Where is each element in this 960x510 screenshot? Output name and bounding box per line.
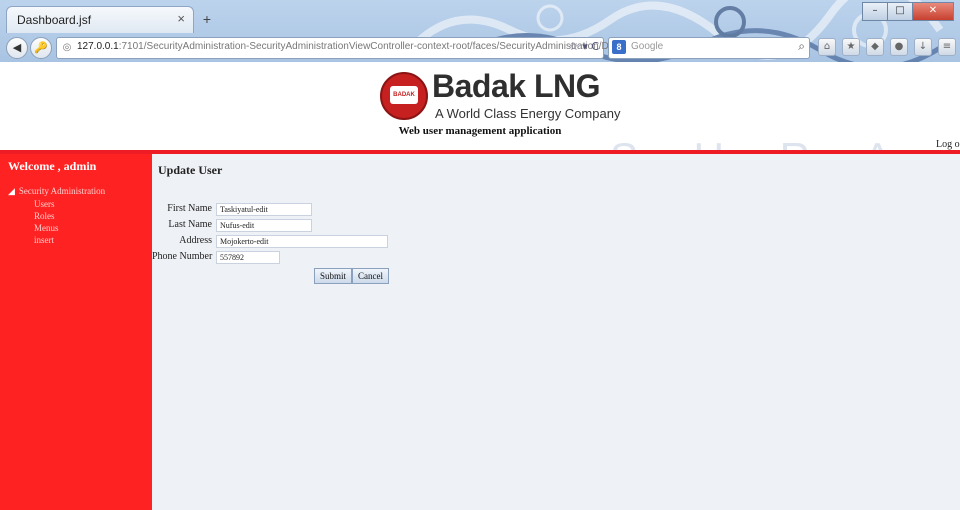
sidebar-item-menus[interactable]: Menus	[34, 223, 59, 233]
address-bar[interactable]: ◎ 127.0.0.1:7101/SecurityAdministration-…	[56, 37, 663, 59]
first-name-label: First Name	[167, 203, 212, 214]
phone-number-field[interactable]: 557892	[216, 251, 280, 264]
browser-chrome: Dashboard.jsf × + – □ ✕ ◀ 🔑 ◎ 127.0.0.1:…	[0, 0, 960, 62]
logo-subtitle: A World Class Energy Company	[435, 106, 621, 121]
page-title: Update User	[158, 163, 223, 177]
toolbar-icons: ⌂ ★ ◆ ● ↓ ≡	[818, 38, 956, 56]
tree-root-label: Security Administration	[18, 186, 106, 196]
logout-link[interactable]: Log o	[936, 139, 960, 150]
logo-emblem-label: BADAK	[390, 86, 418, 104]
sidebar-item-users[interactable]: Users	[34, 199, 55, 209]
back-icon[interactable]: ◀	[6, 37, 28, 59]
url-host: 127.0.0.1	[77, 41, 119, 52]
close-window-button[interactable]: ✕	[912, 2, 954, 21]
page-header: S U R A B A Y A BADAK Badak LNG A World …	[0, 62, 960, 229]
logo-emblem-icon: BADAK	[380, 72, 428, 120]
star-icon[interactable]: ★	[842, 38, 860, 56]
new-tab-button[interactable]: +	[196, 10, 218, 28]
sidebar: Welcome , admin ◢ Security Administration…	[0, 154, 152, 510]
search-engine-icon[interactable]: 8	[612, 40, 626, 54]
browser-tab[interactable]: Dashboard.jsf ×	[6, 6, 194, 33]
main-panel: Update User First Name Taskiyatul-edit L…	[152, 154, 960, 510]
logo-title: Badak LNG	[432, 68, 600, 104]
reload-icon[interactable]: ☆ ▾ C	[569, 40, 599, 53]
search-box[interactable]: 8 Google ⌕	[608, 37, 810, 59]
page-icon: ◎	[62, 42, 72, 53]
first-name-field[interactable]: Taskiyatul-edit	[216, 203, 312, 216]
sidebar-tree-root[interactable]: ◢ Security Administration	[8, 186, 105, 197]
menu-icon[interactable]: ≡	[938, 38, 956, 56]
close-tab-icon[interactable]: ×	[177, 11, 185, 26]
browser-toolbar: ◀ 🔑 ◎ 127.0.0.1:7101/SecurityAdministrat…	[0, 32, 960, 62]
phone-number-label: Phone Number	[152, 251, 213, 262]
maximize-button[interactable]: □	[887, 2, 913, 21]
welcome-text: Welcome , admin	[8, 159, 97, 173]
submit-button[interactable]: Submit	[314, 268, 352, 284]
sidebar-item-insert[interactable]: insert	[34, 235, 54, 245]
addon-icon[interactable]: ●	[890, 38, 908, 56]
tab-title: Dashboard.jsf	[17, 13, 92, 27]
cancel-button[interactable]: Cancel	[352, 268, 389, 284]
last-name-field[interactable]: Nufus-edit	[216, 219, 312, 232]
window-controls: – □ ✕	[862, 2, 954, 21]
last-name-label: Last Name	[168, 219, 212, 230]
sidebar-item-roles[interactable]: Roles	[34, 211, 55, 221]
app-name: Web user management application	[398, 125, 562, 137]
company-logo: BADAK Badak LNG A World Class Energy Com…	[380, 68, 620, 124]
minimize-button[interactable]: –	[862, 2, 888, 21]
search-icon[interactable]: ⌕	[798, 39, 805, 54]
home-icon[interactable]: ⌂	[818, 38, 836, 56]
expand-arrow-icon[interactable]: ◢	[8, 186, 15, 196]
address-label: Address	[179, 235, 212, 246]
search-placeholder: Google	[631, 41, 664, 52]
extension-icon[interactable]: ◆	[866, 38, 884, 56]
download-icon[interactable]: ↓	[914, 38, 932, 56]
address-field[interactable]: Mojokerto-edit	[216, 235, 388, 248]
forward-icon[interactable]: 🔑	[30, 37, 52, 59]
